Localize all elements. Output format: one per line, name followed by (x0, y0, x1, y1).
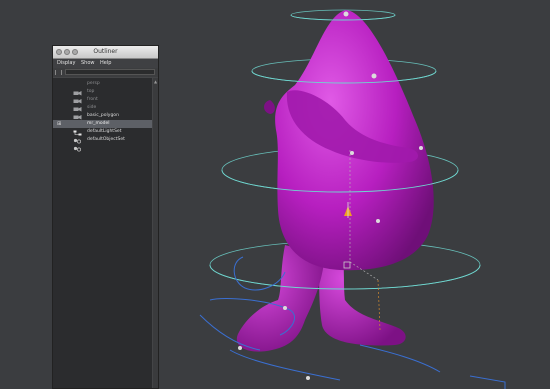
outliner-search-input[interactable] (65, 69, 155, 75)
spine-handle[interactable] (376, 219, 380, 223)
expand-icon[interactable]: ⊞ (57, 121, 63, 127)
menu-show[interactable]: Show (81, 59, 95, 68)
outliner-item-defaultlightset[interactable]: defaultLightSet (53, 128, 152, 144)
outliner-filter-row (53, 68, 158, 77)
chest-handle[interactable] (350, 151, 354, 155)
outliner-item-label: defaultLightSet (87, 129, 122, 134)
camera-icon (73, 89, 82, 104)
foot-handle[interactable] (238, 346, 242, 350)
hierarchy-icon (73, 121, 82, 136)
outliner-item-side[interactable]: side (53, 104, 152, 120)
camera-icon (73, 105, 82, 120)
outliner-list[interactable]: persp top front side basic_polygon mr_model ⊞ d… (53, 78, 152, 388)
window-title: Outliner (93, 48, 118, 55)
set-icon (73, 129, 82, 144)
arm-handle[interactable] (419, 146, 423, 150)
transform-icon (73, 113, 82, 128)
outliner-item-label: basic_polygon (87, 113, 119, 118)
outliner-item-label: side (87, 105, 97, 110)
outliner-menubar: Display Show Help (53, 59, 158, 68)
neck-handle[interactable] (371, 73, 377, 79)
outliner-item-top[interactable]: top (53, 88, 152, 104)
camera-icon (73, 81, 82, 96)
outliner-item-label: top (87, 89, 95, 94)
outliner-item-label: front (87, 97, 98, 102)
set-icon (73, 137, 82, 152)
toe-handle[interactable] (306, 376, 310, 380)
menu-help[interactable]: Help (100, 59, 111, 68)
outliner-item-label: mr_model (87, 121, 110, 126)
outliner-item-defaultobjectset[interactable]: defaultObjectSet (53, 136, 152, 152)
outliner-item-basic-polygon[interactable]: basic_polygon (53, 112, 152, 128)
menu-display[interactable]: Display (57, 59, 75, 68)
outliner-item-persp[interactable]: persp (53, 80, 152, 96)
outliner-scrollbar[interactable]: ▲ (153, 78, 158, 388)
outliner-window[interactable]: Outliner Display Show Help persp top front… (52, 45, 159, 389)
head-handle[interactable] (343, 11, 349, 17)
knee-handle[interactable] (283, 306, 287, 310)
outliner-item-mr-model[interactable]: mr_model ⊞ (53, 120, 152, 136)
outliner-item-label: defaultObjectSet (87, 137, 125, 142)
scroll-up-icon[interactable]: ▲ (153, 80, 158, 84)
filter-toggle-icon[interactable] (55, 70, 62, 75)
outliner-item-front[interactable]: front (53, 96, 152, 112)
outliner-item-label: persp (87, 81, 100, 86)
outliner-titlebar[interactable]: Outliner (53, 46, 158, 59)
camera-icon (73, 97, 82, 112)
